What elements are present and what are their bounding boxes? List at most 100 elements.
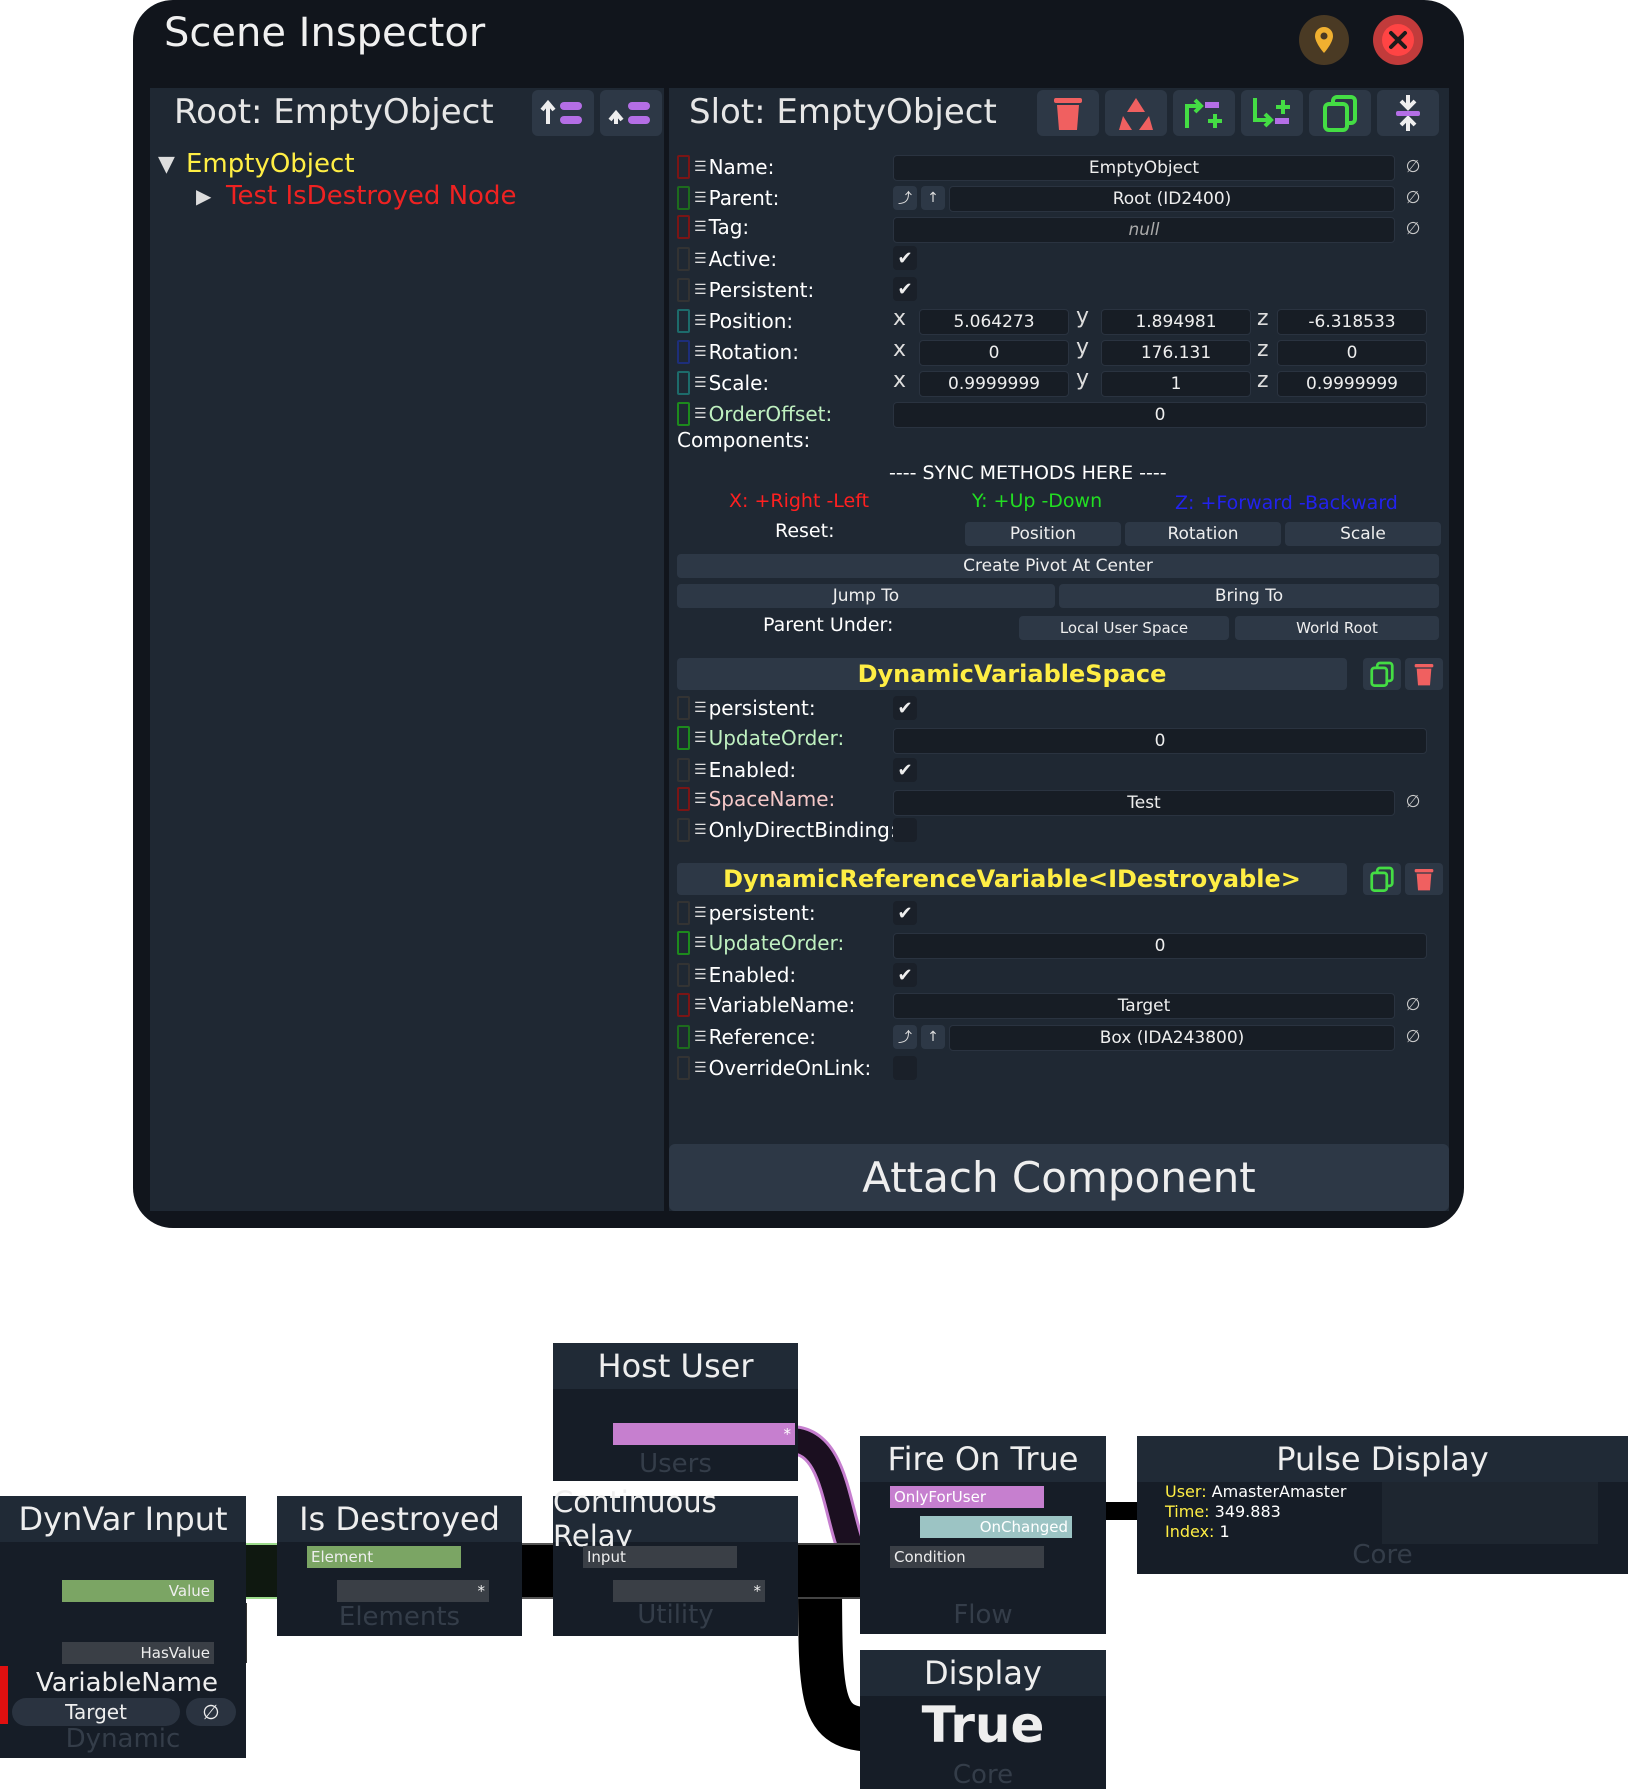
null-icon[interactable]: ∅: [1401, 993, 1425, 1017]
component-header-dynamicreferencevariable[interactable]: DynamicReferenceVariable<IDestroyable>: [677, 863, 1347, 895]
move-down-button[interactable]: [600, 90, 662, 136]
attach-component-button[interactable]: Attach Component: [669, 1144, 1449, 1211]
tree-node-label[interactable]: EmptyObject: [186, 149, 355, 179]
destroy-slot-button[interactable]: [1037, 90, 1099, 136]
null-icon[interactable]: ∅: [1401, 217, 1425, 241]
move-up-button[interactable]: [532, 90, 594, 136]
drive-flag[interactable]: [677, 787, 690, 811]
parent-input[interactable]: Root (ID2400): [949, 186, 1395, 212]
drive-flag[interactable]: [677, 1056, 690, 1080]
ref-handle-icon[interactable]: ☰: [694, 1060, 707, 1076]
position-x-input[interactable]: 5.064273: [919, 309, 1069, 335]
reset-rotation-button[interactable]: Rotation: [1125, 522, 1281, 546]
world-root-button[interactable]: World Root: [1235, 616, 1439, 640]
drive-flag[interactable]: [677, 309, 690, 333]
select-reference-button[interactable]: ↑: [921, 1025, 945, 1049]
input-port[interactable]: Input: [583, 1546, 737, 1568]
drive-flag[interactable]: [677, 1025, 690, 1049]
reset-position-button[interactable]: Position: [965, 522, 1121, 546]
drive-flag[interactable]: [677, 155, 690, 179]
ref-handle-icon[interactable]: ☰: [694, 967, 707, 983]
ref-handle-icon[interactable]: ☰: [694, 905, 707, 921]
node-dynvar-input[interactable]: DynVar Input Value HasValue VariableName…: [0, 1496, 246, 1758]
c2-persistent-checkbox[interactable]: ✔: [893, 901, 917, 925]
c1-onlydirect-checkbox[interactable]: [893, 818, 917, 842]
node-host-user[interactable]: Host User * Users: [553, 1343, 798, 1481]
pin-button[interactable]: [1299, 15, 1349, 65]
position-z-input[interactable]: -6.318533: [1277, 309, 1427, 335]
null-icon[interactable]: ∅: [1401, 1025, 1425, 1049]
c2-reference-input[interactable]: Box (IDA243800): [949, 1025, 1395, 1051]
bring-to-button[interactable]: Bring To: [1059, 584, 1439, 608]
drive-flag[interactable]: [677, 186, 690, 210]
node-display[interactable]: Display True Core: [860, 1650, 1106, 1790]
ref-handle-icon[interactable]: ☰: [694, 1029, 707, 1045]
tree-node-label[interactable]: Test IsDestroyed Node: [226, 181, 516, 211]
persistent-checkbox[interactable]: ✔: [893, 277, 917, 301]
condition-input-port[interactable]: Condition: [890, 1546, 1044, 1568]
rotation-z-input[interactable]: 0: [1277, 340, 1427, 366]
drive-flag[interactable]: [677, 402, 690, 426]
drive-flag[interactable]: [677, 340, 690, 364]
drive-flag[interactable]: [677, 278, 690, 302]
drive-flag[interactable]: [677, 818, 690, 842]
remove-component-button[interactable]: [1405, 658, 1443, 690]
ref-handle-icon[interactable]: ☰: [694, 159, 707, 175]
onchanged-output-port[interactable]: OnChanged: [920, 1516, 1072, 1538]
c2-override-checkbox[interactable]: [893, 1056, 917, 1080]
ref-handle-icon[interactable]: ☰: [694, 822, 707, 838]
bool-output-port[interactable]: *: [337, 1580, 489, 1602]
c1-updateorder-input[interactable]: 0: [893, 728, 1427, 754]
c1-persistent-checkbox[interactable]: ✔: [893, 696, 917, 720]
add-child-button[interactable]: [1241, 90, 1303, 136]
c2-updateorder-input[interactable]: 0: [893, 933, 1427, 959]
ref-handle-icon[interactable]: ☰: [694, 406, 707, 422]
ref-handle-icon[interactable]: ☰: [694, 762, 707, 778]
rotation-y-input[interactable]: 176.131: [1101, 340, 1251, 366]
ref-handle-icon[interactable]: ☰: [694, 313, 707, 329]
position-y-input[interactable]: 1.894981: [1101, 309, 1251, 335]
close-button[interactable]: [1373, 15, 1423, 65]
node-continuous-relay[interactable]: Continuous Relay Input * Utility: [553, 1485, 798, 1636]
orderoffset-input[interactable]: 0: [893, 402, 1427, 428]
drive-flag[interactable]: [677, 901, 690, 925]
drive-flag[interactable]: [677, 247, 690, 271]
ref-handle-icon[interactable]: ☰: [694, 791, 707, 807]
c1-spacename-input[interactable]: Test: [893, 790, 1395, 816]
duplicate-component-button[interactable]: [1363, 863, 1401, 895]
ref-handle-icon[interactable]: ☰: [694, 190, 707, 206]
scale-z-input[interactable]: 0.9999999: [1277, 371, 1427, 397]
ref-handle-icon[interactable]: ☰: [694, 375, 707, 391]
tag-input[interactable]: null: [893, 217, 1395, 243]
output-port[interactable]: *: [613, 1580, 765, 1602]
null-icon[interactable]: ∅: [186, 1698, 236, 1726]
open-reference-button[interactable]: ⤴: [893, 1025, 917, 1049]
drive-flag[interactable]: [677, 726, 690, 750]
drive-flag[interactable]: [677, 371, 690, 395]
rotation-x-input[interactable]: 0: [919, 340, 1069, 366]
drive-flag[interactable]: [677, 696, 690, 720]
ref-handle-icon[interactable]: ☰: [694, 730, 707, 746]
ref-handle-icon[interactable]: ☰: [694, 282, 707, 298]
c2-variablename-input[interactable]: Target: [893, 993, 1395, 1019]
active-checkbox[interactable]: ✔: [893, 246, 917, 270]
onlyforuser-input-port[interactable]: OnlyForUser: [890, 1486, 1044, 1508]
element-input-port[interactable]: Element: [307, 1546, 461, 1568]
node-pulse-display[interactable]: Pulse Display User: AmasterAmaster Time:…: [1137, 1436, 1628, 1574]
value-output-port[interactable]: Value: [62, 1580, 214, 1602]
hasvalue-output-port[interactable]: HasValue: [62, 1642, 214, 1664]
ref-handle-icon[interactable]: ☰: [694, 997, 707, 1013]
ref-handle-icon[interactable]: ☰: [694, 700, 707, 716]
ref-handle-icon[interactable]: ☰: [694, 935, 707, 951]
jump-to-button[interactable]: Jump To: [677, 584, 1055, 608]
local-user-space-button[interactable]: Local User Space: [1019, 616, 1229, 640]
insert-parent-button[interactable]: [1173, 90, 1235, 136]
ref-handle-icon[interactable]: ☰: [694, 344, 707, 360]
expander-icon[interactable]: ▶: [196, 184, 226, 208]
tree-node-emptyobject[interactable]: ▼ EmptyObject: [158, 148, 516, 180]
null-icon[interactable]: ∅: [1401, 790, 1425, 814]
null-icon[interactable]: ∅: [1401, 155, 1425, 179]
open-parent-button[interactable]: ⤴: [893, 186, 917, 210]
select-parent-button[interactable]: ↑: [921, 186, 945, 210]
name-input[interactable]: EmptyObject: [893, 155, 1395, 181]
